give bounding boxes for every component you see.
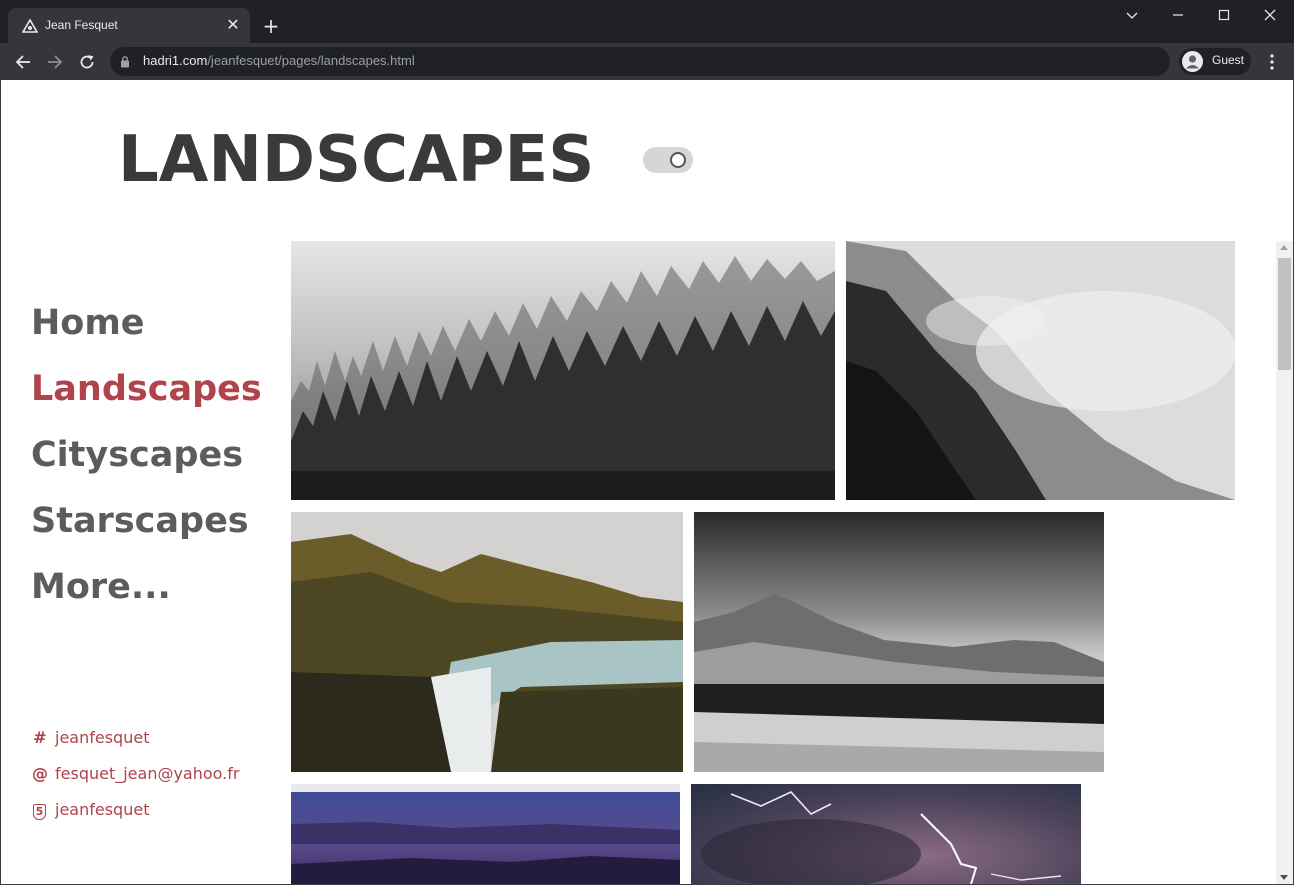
profile-button[interactable]: Guest [1179,48,1251,75]
address-bar[interactable]: hadri1.com/jeanfesquet/pages/landscapes.… [110,47,1170,76]
photo-desert-volcano[interactable] [694,512,1104,772]
photo-gallery [291,241,1235,884]
social-link-instagram[interactable]: # jeanfesquet [31,728,149,752]
url-host: hadri1.com [143,53,208,68]
forward-arrow-icon[interactable] [42,49,68,75]
photo-twilight-lake[interactable] [291,784,680,884]
social-label: jeanfesquet [55,728,150,747]
nav-link-starscapes[interactable]: Starscapes [31,493,262,559]
browser-tab[interactable]: Jean Fesquet ✕ [8,8,250,43]
photo-foggy-forest[interactable] [291,241,835,500]
nav-link-more[interactable]: More... [31,559,262,625]
new-tab-button[interactable]: + [258,13,284,39]
site-favicon-icon [22,18,38,33]
reload-icon[interactable] [74,49,100,75]
more-options-icon[interactable] [1262,51,1282,73]
main-nav: Home Landscapes Cityscapes Starscapes Mo… [31,295,262,625]
back-arrow-icon[interactable] [10,49,36,75]
vertical-scrollbar[interactable] [1276,241,1293,884]
scroll-down-icon[interactable] [1280,875,1288,880]
toggle-knob [670,152,686,168]
social-label: fesquet_jean@yahoo.fr [55,764,240,783]
browser-titlebar: Jean Fesquet ✕ + [0,0,1294,43]
close-tab-icon[interactable]: ✕ [222,14,244,36]
at-icon: @ [32,764,48,783]
social-link-email[interactable]: @ fesquet_jean@yahoo.fr [31,764,239,788]
scroll-thumb[interactable] [1278,258,1291,370]
url-path: /jeanfesquet/pages/landscapes.html [207,53,415,68]
nav-link-home[interactable]: Home [31,295,262,361]
avatar-icon [1182,51,1203,72]
theme-toggle[interactable] [643,147,693,173]
photo-misty-mountain[interactable] [846,241,1235,500]
tab-search-icon[interactable] [1109,0,1155,30]
maximize-icon[interactable] [1201,0,1247,30]
social-link-website[interactable]: 5 jeanfesquet [31,800,149,824]
html5-icon: 5 [33,804,46,820]
lock-icon [121,56,129,68]
social-label: jeanfesquet [55,800,150,819]
hash-icon: # [33,728,47,747]
minimize-icon[interactable] [1155,0,1201,30]
close-window-icon[interactable] [1247,0,1293,30]
nav-link-cityscapes[interactable]: Cityscapes [31,427,262,493]
page-viewport: LANDSCAPES Home Landscapes Cityscapes St… [1,80,1293,884]
browser-toolbar: hadri1.com/jeanfesquet/pages/landscapes.… [0,43,1294,80]
nav-link-landscapes[interactable]: Landscapes [31,361,262,427]
url-text: hadri1.com/jeanfesquet/pages/landscapes.… [143,53,415,68]
scroll-up-icon[interactable] [1280,245,1288,250]
photo-waterfall[interactable] [291,512,683,772]
photo-lightning-storm[interactable] [691,784,1081,884]
tab-title: Jean Fesquet [45,18,118,32]
page-title: LANDSCAPES [118,123,595,197]
profile-label: Guest [1212,53,1245,67]
